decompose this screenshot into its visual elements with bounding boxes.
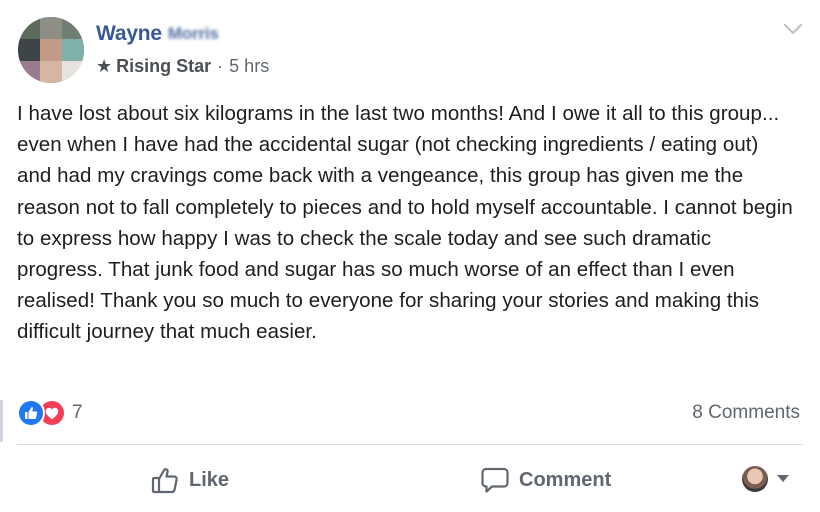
meta-separator: · (217, 56, 224, 76)
divider (17, 444, 803, 445)
post-body-text: I have lost about six kilograms in the l… (17, 102, 793, 344)
post-timestamp[interactable]: 5 hrs (229, 56, 269, 77)
left-edge-marker (0, 400, 3, 442)
reactions-summary[interactable]: 7 (17, 398, 83, 428)
reactions-count: 7 (72, 402, 83, 423)
author-last-name-obscured[interactable]: Morris (168, 24, 219, 44)
like-reaction-icon (17, 399, 45, 427)
author-avatar[interactable] (18, 17, 84, 83)
speech-bubble-icon (481, 467, 509, 493)
like-button[interactable]: Like (150, 462, 229, 498)
member-badge[interactable]: Rising Star (116, 56, 211, 77)
chevron-down-icon (784, 23, 802, 34)
like-label: Like (189, 468, 230, 491)
star-icon: ★ (96, 56, 113, 76)
caret-down-icon (777, 475, 789, 482)
comments-count-link[interactable]: 8 Comments (692, 402, 800, 424)
author-first-name[interactable]: Wayne (96, 22, 162, 45)
post-meta: ★ Rising Star · 5 hrs (96, 56, 269, 77)
author-name[interactable]: Wayne Morris (96, 22, 219, 46)
comment-label: Comment (519, 468, 612, 491)
comment-as-selector[interactable] (742, 466, 789, 492)
comment-button[interactable]: Comment (480, 462, 611, 498)
feed-post: Wayne Morris ★ Rising Star · 5 hrs I have… (0, 0, 820, 512)
thumbs-up-icon (151, 468, 178, 494)
viewer-avatar (742, 466, 768, 492)
post-options-button[interactable] (780, 18, 806, 40)
